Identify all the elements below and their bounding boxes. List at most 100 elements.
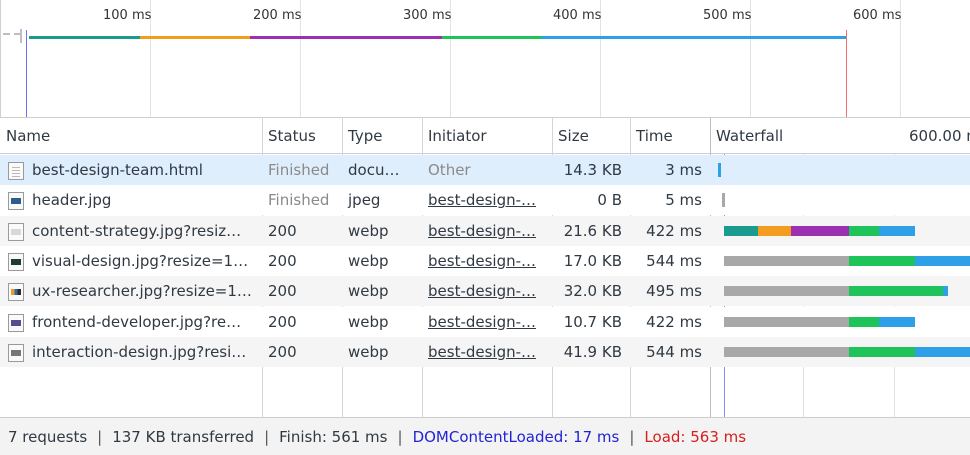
network-overview-timeline[interactable]: 100 ms 200 ms 300 ms 400 ms 500 ms 600 m…: [0, 0, 970, 118]
image-file-icon: [8, 343, 24, 362]
request-time: 3 ms: [665, 161, 702, 179]
waterfall-bar-segment: [718, 163, 721, 177]
table-row[interactable]: ux-researcher.jpg?resize=1… 200 webp best-d…: [0, 276, 970, 307]
request-name[interactable]: header.jpg: [26, 185, 262, 215]
request-type: webp: [348, 251, 389, 270]
request-status: 200: [268, 221, 297, 240]
request-status: Finished: [268, 191, 330, 210]
request-size: 0 B: [597, 191, 622, 210]
table-row[interactable]: visual-design.jpg?resize=1… 200 webp best-d…: [0, 245, 970, 276]
summary-separator: |: [629, 428, 635, 446]
request-size: 21.6 KB: [563, 221, 622, 240]
waterfall-bar-segment: [791, 225, 849, 236]
image-file-icon: [8, 192, 24, 211]
network-request-table: Name Status Type Initiator Size Time Wat…: [0, 118, 970, 417]
column-header-status[interactable]: Status: [262, 118, 342, 154]
request-status: Finished: [268, 161, 330, 179]
image-file-icon: [8, 313, 24, 332]
overview-tick-label: 100 ms: [103, 8, 152, 23]
table-row[interactable]: content-strategy.jpg?resiz… 200 webp best-d…: [0, 215, 970, 246]
request-type: webp: [348, 221, 389, 240]
table-row[interactable]: header.jpg Finished jpeg best-design-… 0 B 5 …: [0, 185, 970, 216]
waterfall-bar-segment: [879, 225, 915, 236]
request-name[interactable]: best-design-team.html: [26, 155, 262, 185]
waterfall-bar-segment: [724, 346, 849, 357]
request-status: 200: [268, 342, 297, 361]
request-initiator[interactable]: best-design-…: [422, 307, 552, 337]
request-initiator[interactable]: best-design-…: [422, 216, 552, 246]
request-size: 14.3 KB: [563, 161, 622, 179]
request-status: 200: [268, 312, 297, 331]
request-initiator[interactable]: best-design-…: [422, 337, 552, 367]
request-name[interactable]: ux-researcher.jpg?resize=1…: [26, 276, 262, 306]
column-header-size[interactable]: Size: [552, 118, 630, 154]
image-file-icon: [8, 222, 24, 241]
overview-tick-label: 200 ms: [253, 8, 302, 23]
request-size: 41.9 KB: [563, 342, 622, 361]
column-header-name[interactable]: Name: [0, 118, 262, 154]
overview-tick-label: 300 ms: [403, 8, 452, 23]
summary-separator: |: [264, 428, 270, 446]
waterfall-bar-segment: [915, 255, 970, 266]
waterfall-bar-segment: [943, 286, 948, 297]
load-time: Load: 563 ms: [644, 428, 747, 446]
request-name[interactable]: frontend-developer.jpg?re…: [26, 307, 262, 337]
request-type: docu…: [348, 161, 400, 179]
column-header-waterfall[interactable]: Waterfall: [711, 118, 881, 154]
request-size: 10.7 KB: [563, 312, 622, 331]
overview-tick-label: 600 ms: [853, 8, 902, 23]
image-file-icon: [8, 283, 24, 302]
overview-queue-segment: [140, 36, 250, 39]
overview-tick-label: 400 ms: [553, 8, 602, 23]
request-time: 422 ms: [646, 312, 702, 331]
request-size: 32.0 KB: [563, 282, 622, 301]
waterfall-bar-segment: [849, 316, 879, 327]
request-type: jpeg: [348, 191, 381, 210]
waterfall-bar-segment: [722, 193, 725, 208]
table-header-row: Name Status Type Initiator Size Time Wat…: [0, 118, 970, 154]
waterfall-bar-segment: [849, 346, 915, 357]
request-status: 200: [268, 282, 297, 301]
request-time: 495 ms: [646, 282, 702, 301]
request-type: webp: [348, 312, 389, 331]
request-type: webp: [348, 342, 389, 361]
finish-time: Finish: 561 ms: [279, 428, 388, 446]
image-file-icon: [8, 252, 24, 271]
column-header-time[interactable]: Time: [630, 118, 710, 154]
table-row[interactable]: best-design-team.html Finished docu… Other 1…: [0, 155, 970, 185]
waterfall-bar-segment: [758, 225, 791, 236]
request-name[interactable]: visual-design.jpg?resize=1…: [26, 246, 262, 276]
overview-waiting-segment: [29, 36, 140, 39]
overview-ttfb-segment: [442, 36, 542, 39]
request-size: 17.0 KB: [563, 251, 622, 270]
overview-tick-label: 500 ms: [703, 8, 752, 23]
transferred-size: 137 KB transferred: [112, 428, 255, 446]
request-initiator[interactable]: best-design-…: [422, 246, 552, 276]
waterfall-bar-segment: [879, 316, 915, 327]
request-type: webp: [348, 282, 389, 301]
request-count: 7 requests: [8, 428, 88, 446]
table-row[interactable]: frontend-developer.jpg?re… 200 webp best-de…: [0, 306, 970, 337]
request-initiator[interactable]: best-design-…: [422, 276, 552, 306]
request-time: 544 ms: [646, 251, 702, 270]
waterfall-bar-segment: [849, 225, 879, 236]
request-name[interactable]: interaction-design.jpg?resi…: [26, 337, 262, 367]
load-marker: [846, 30, 847, 117]
waterfall-bar-segment: [724, 225, 758, 236]
html-file-icon: [8, 162, 24, 180]
table-row[interactable]: interaction-design.jpg?resi… 200 webp best-…: [0, 336, 970, 367]
column-header-type[interactable]: Type: [342, 118, 422, 154]
overview-start-cap: [20, 29, 22, 43]
overview-stalled-segment: [250, 36, 442, 39]
waterfall-bar-segment: [915, 346, 970, 357]
request-name[interactable]: content-strategy.jpg?resiz…: [26, 216, 262, 246]
dom-content-loaded-marker: [26, 30, 27, 117]
request-initiator: Other: [428, 161, 471, 179]
request-initiator[interactable]: best-design-…: [422, 185, 552, 215]
summary-separator: |: [397, 428, 403, 446]
waterfall-bar-segment: [724, 255, 849, 266]
column-header-initiator[interactable]: Initiator: [422, 118, 552, 154]
waterfall-scale-label: 600.00 ms: [909, 127, 970, 145]
request-status: 200: [268, 251, 297, 270]
request-time: 5 ms: [665, 191, 702, 210]
